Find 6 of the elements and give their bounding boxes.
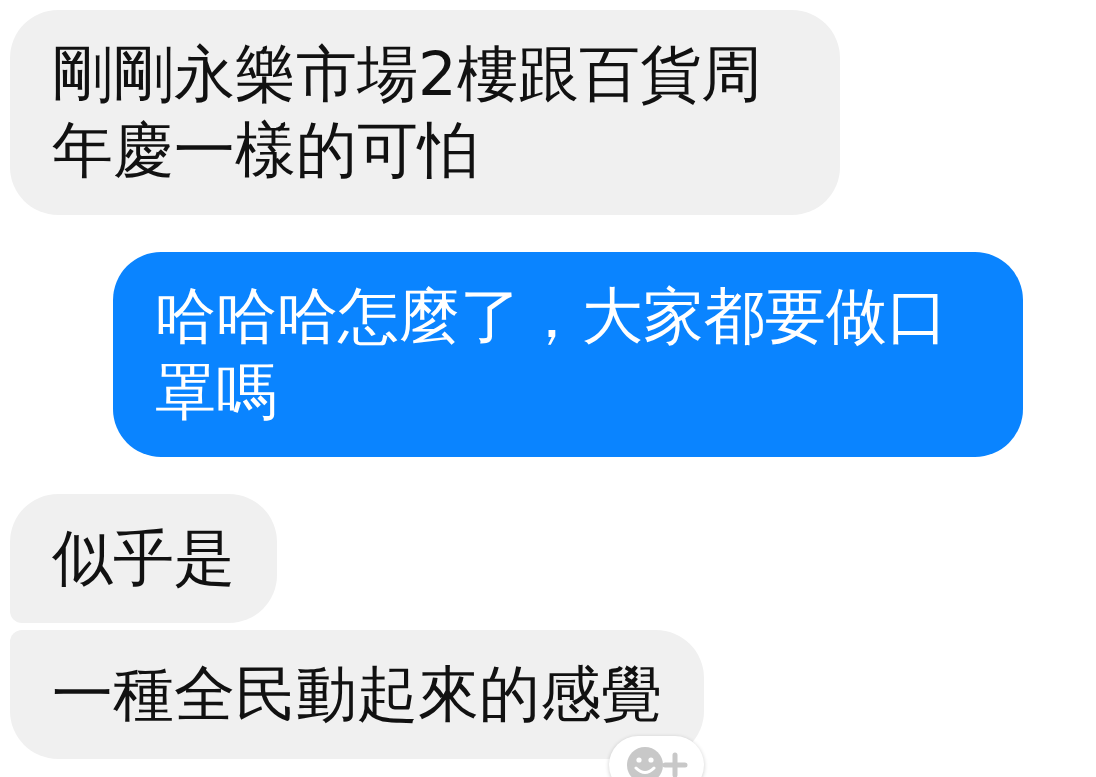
received-message: 似乎是 [10, 494, 277, 623]
received-message: 一種全民動起來的感覺 [10, 630, 704, 759]
sent-message: 哈哈哈怎麼了，大家都要做口罩嗎 [113, 252, 1023, 457]
smiley-plus-icon [624, 745, 689, 777]
add-reaction-button[interactable] [609, 736, 704, 777]
received-message: 剛剛永樂市場2樓跟百貨周年慶一樣的可怕 [10, 10, 840, 215]
